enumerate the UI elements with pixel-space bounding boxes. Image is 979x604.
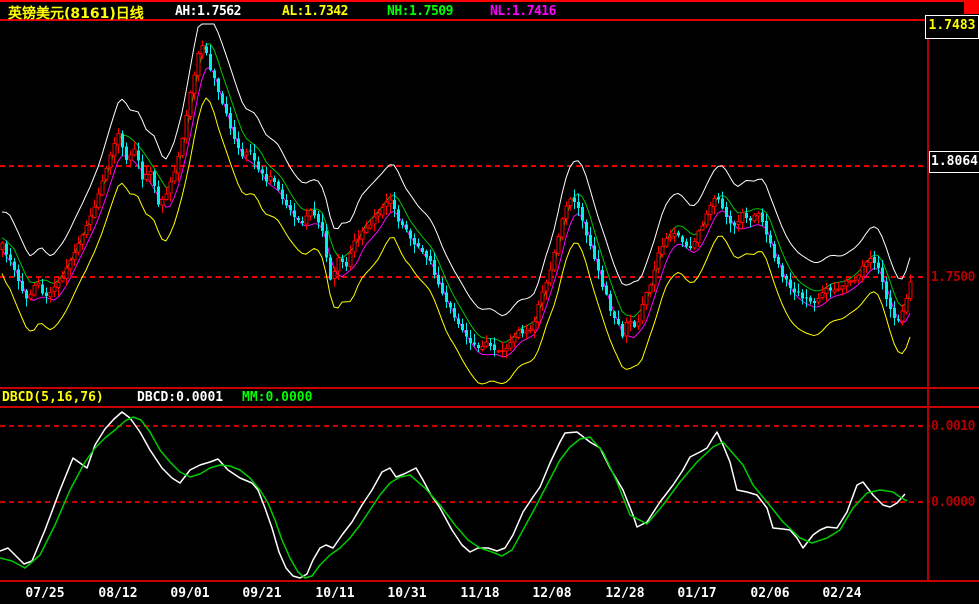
quote-field: AH:1.7562 [175,4,241,19]
marked-level-value: 1.8064 [931,154,978,169]
indicator-value: DBCD:0.0001 [137,390,224,405]
symbol-title: 英镑美元(8161)日线 [8,6,144,22]
axis-price-label: 0.0000 [931,495,975,510]
date-label: 02/06 [750,586,790,601]
date-label: 07/25 [25,586,65,601]
date-label: 11/18 [460,586,500,601]
axis-price-label: 1.7500 [931,270,975,285]
date-label: 10/31 [387,586,427,601]
date-label: 01/17 [677,586,717,601]
latest-price-value: 1.7483 [928,18,976,33]
date-label: 09/21 [242,586,282,601]
latest-price-box: 1.7483 [925,15,979,39]
main-chart-canvas[interactable] [0,0,979,604]
title-bar: 英镑美元(8161)日线 AH:1.7562 AL:1.7342 NH:1.7509… [0,0,979,22]
corner-button[interactable] [964,1,979,14]
date-label: 12/08 [532,586,572,601]
indicator-header-row: DBCD(5,16,76) DBCD:0.0001 MM:0.0000 [0,389,928,406]
axis-price-label: 0.0010 [931,419,975,434]
date-label: 10/11 [315,586,355,601]
trading-app-window: 英镑美元(8161)日线 AH:1.7562 AL:1.7342 NH:1.7509… [0,0,979,604]
date-label: 09/01 [170,586,210,601]
indicator-name[interactable]: DBCD(5,16,76) [2,390,104,405]
quote-field: AL:1.7342 [282,4,348,19]
quote-field: NL:1.7416 [490,4,556,19]
indicator-value: MM:0.0000 [242,390,313,405]
quote-field: NH:1.7509 [387,4,453,19]
date-label: 12/28 [605,586,645,601]
date-label: 02/24 [822,586,862,601]
marked-level-box: 1.8064 [929,151,979,173]
date-label: 08/12 [98,586,138,601]
